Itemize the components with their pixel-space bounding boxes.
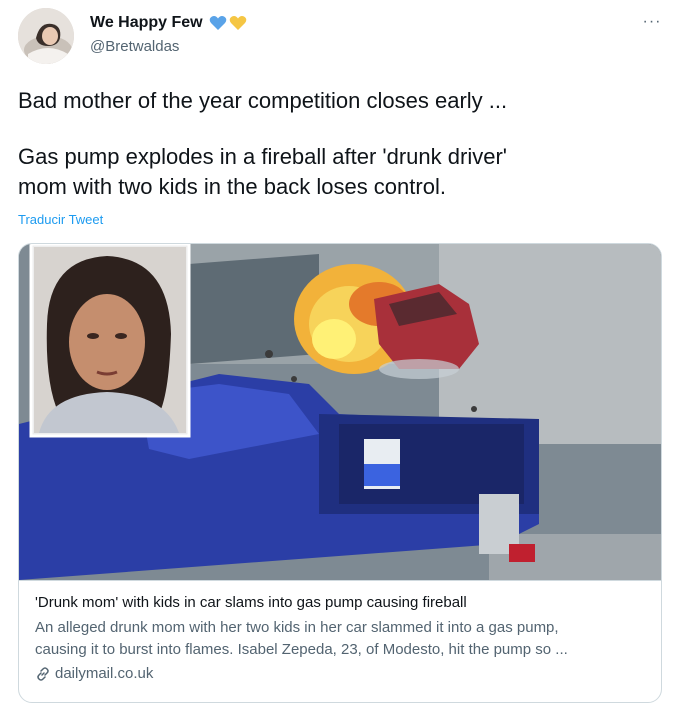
tweet-text-spacer: [18, 116, 678, 142]
more-menu-button[interactable]: ···: [640, 10, 664, 34]
blue-heart-icon: [209, 16, 226, 30]
card-title: 'Drunk mom' with kids in car slams into …: [35, 594, 467, 611]
hearts: [209, 15, 247, 31]
card-domain: dailymail.co.uk: [35, 665, 647, 682]
author-name-row: We Happy Few: [90, 14, 247, 32]
card-info[interactable]: 'Drunk mom' with kids in car slams into …: [19, 580, 661, 702]
author-handle[interactable]: @Bretwaldas: [90, 38, 179, 55]
translate-tweet-link[interactable]: Traducir Tweet: [18, 212, 103, 227]
link-icon: [37, 666, 49, 681]
avatar[interactable]: [18, 8, 74, 64]
card-description-line: An alleged drunk mom with her two kids i…: [35, 619, 559, 636]
tweet-text-line: mom with two kids in the back loses cont…: [18, 174, 446, 199]
yellow-heart-icon: [229, 16, 246, 30]
display-name[interactable]: We Happy Few: [90, 14, 203, 32]
tweet: We Happy Few @Bretwaldas ··· Bad mother …: [0, 0, 700, 718]
card-description-line: causing it to burst into flames. Isabel …: [35, 641, 568, 658]
card-image[interactable]: [19, 244, 661, 580]
link-card[interactable]: 'Drunk mom' with kids in car slams into …: [18, 243, 662, 703]
more-dots-icon: ···: [642, 13, 662, 30]
tweet-text: Bad mother of the year competition close…: [18, 86, 678, 202]
card-domain-text: dailymail.co.uk: [55, 665, 154, 682]
card-description: An alleged drunk mom with her two kids i…: [35, 617, 647, 661]
tweet-text-line: Gas pump explodes in a fireball after 'd…: [18, 144, 507, 169]
tweet-text-line: Bad mother of the year competition close…: [18, 88, 508, 113]
